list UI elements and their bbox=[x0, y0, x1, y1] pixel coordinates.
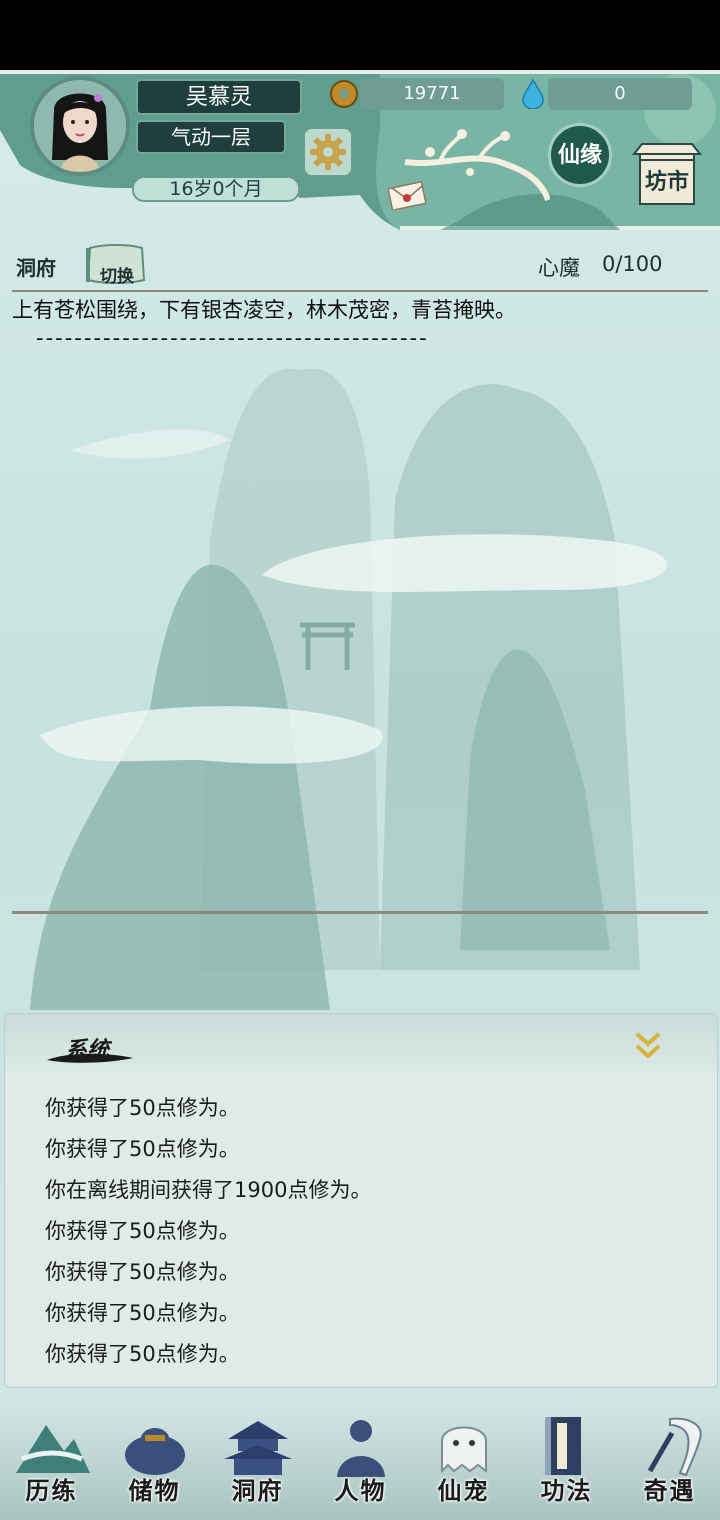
nav-label: 历练 bbox=[25, 1476, 78, 1505]
system-log-title: 系统 bbox=[65, 1037, 110, 1063]
system-log-list: 你获得了50点修为。 你获得了50点修为。 你在离线期间获得了1900点修为。 … bbox=[45, 1088, 371, 1375]
nav-label: 储物 bbox=[128, 1476, 181, 1505]
log-entry: 你在离线期间获得了1900点修为。 bbox=[45, 1178, 372, 1202]
player-name: 吴慕灵 bbox=[136, 79, 302, 115]
player-avatar[interactable] bbox=[30, 76, 130, 176]
spirit-drop-icon bbox=[522, 79, 544, 109]
settings-gear-icon[interactable] bbox=[304, 128, 352, 176]
nav-item-storage[interactable]: 储物 bbox=[103, 1405, 206, 1517]
bag-icon bbox=[125, 1428, 185, 1475]
heart-demon-label: 心魔 bbox=[538, 256, 580, 280]
nav-label: 功法 bbox=[540, 1476, 593, 1505]
log-entry: 你获得了50点修为。 bbox=[45, 1342, 240, 1366]
mail-letter-icon[interactable] bbox=[388, 180, 426, 210]
nav-label: 仙宠 bbox=[437, 1476, 490, 1505]
system-log-panel: 系统 你获得了50点修为。 你获得了50点修为。 你在离线期间获得了1900点修… bbox=[4, 1013, 718, 1388]
bottom-navigation: 历练 储物 洞府 人物 仙宠 功法 奇遇 bbox=[0, 1405, 720, 1520]
log-entry: 你获得了50点修为。 bbox=[45, 1219, 240, 1243]
xianyuan-button[interactable]: 仙缘 bbox=[548, 123, 612, 187]
nav-item-encounters[interactable]: 奇遇 bbox=[618, 1405, 720, 1517]
player-realm: 气动一层 bbox=[136, 120, 286, 154]
heart-demon-value: 0/100 bbox=[602, 252, 663, 276]
person-icon bbox=[337, 1420, 385, 1477]
status-bar bbox=[0, 0, 720, 70]
nav-label: 洞府 bbox=[231, 1476, 284, 1505]
system-log-header: 系统 bbox=[5, 1014, 717, 1072]
dashed-separator: ----------------------------------------… bbox=[36, 326, 429, 350]
header-divider bbox=[12, 290, 708, 292]
log-entry: 你获得了50点修为。 bbox=[45, 1260, 240, 1284]
nav-item-training[interactable]: 历练 bbox=[0, 1405, 103, 1517]
log-entry: 你获得了50点修为。 bbox=[45, 1301, 240, 1325]
nav-item-pet[interactable]: 仙宠 bbox=[412, 1405, 515, 1517]
mountain-icon bbox=[16, 1425, 90, 1473]
nav-label: 人物 bbox=[334, 1476, 387, 1505]
scene-divider bbox=[12, 911, 708, 914]
cave-title: 洞府 bbox=[16, 256, 56, 280]
player-age: 16岁0个月 bbox=[132, 176, 300, 202]
cave-description: 上有苍松围绕，下有银杏凌空，林木茂密，青苔掩映。 bbox=[12, 298, 516, 322]
pagoda-icon bbox=[224, 1421, 292, 1475]
spirit-stone-amount: 0 bbox=[548, 78, 692, 110]
switch-button-label[interactable]: 切换 bbox=[88, 262, 146, 287]
log-entry: 你获得了50点修为。 bbox=[45, 1137, 240, 1161]
copper-amount: 19771 bbox=[360, 78, 504, 110]
nav-label: 奇遇 bbox=[643, 1476, 696, 1505]
collapse-chevron-icon[interactable] bbox=[631, 1030, 665, 1062]
scroll-brush-icon bbox=[647, 1417, 702, 1477]
nav-item-character[interactable]: 人物 bbox=[309, 1405, 412, 1517]
copper-coin-icon bbox=[330, 80, 358, 108]
book-icon bbox=[545, 1417, 581, 1475]
nav-item-cave[interactable]: 洞府 bbox=[206, 1405, 309, 1517]
market-button-label[interactable]: 坊市 bbox=[634, 166, 700, 198]
ghost-pet-icon bbox=[441, 1426, 487, 1474]
nav-item-techniques[interactable]: 功法 bbox=[515, 1405, 618, 1517]
player-header: 吴慕灵 气动一层 16岁0个月 19771 0 仙缘 坊市 bbox=[0, 70, 720, 235]
log-entry: 你获得了50点修为。 bbox=[45, 1096, 240, 1120]
